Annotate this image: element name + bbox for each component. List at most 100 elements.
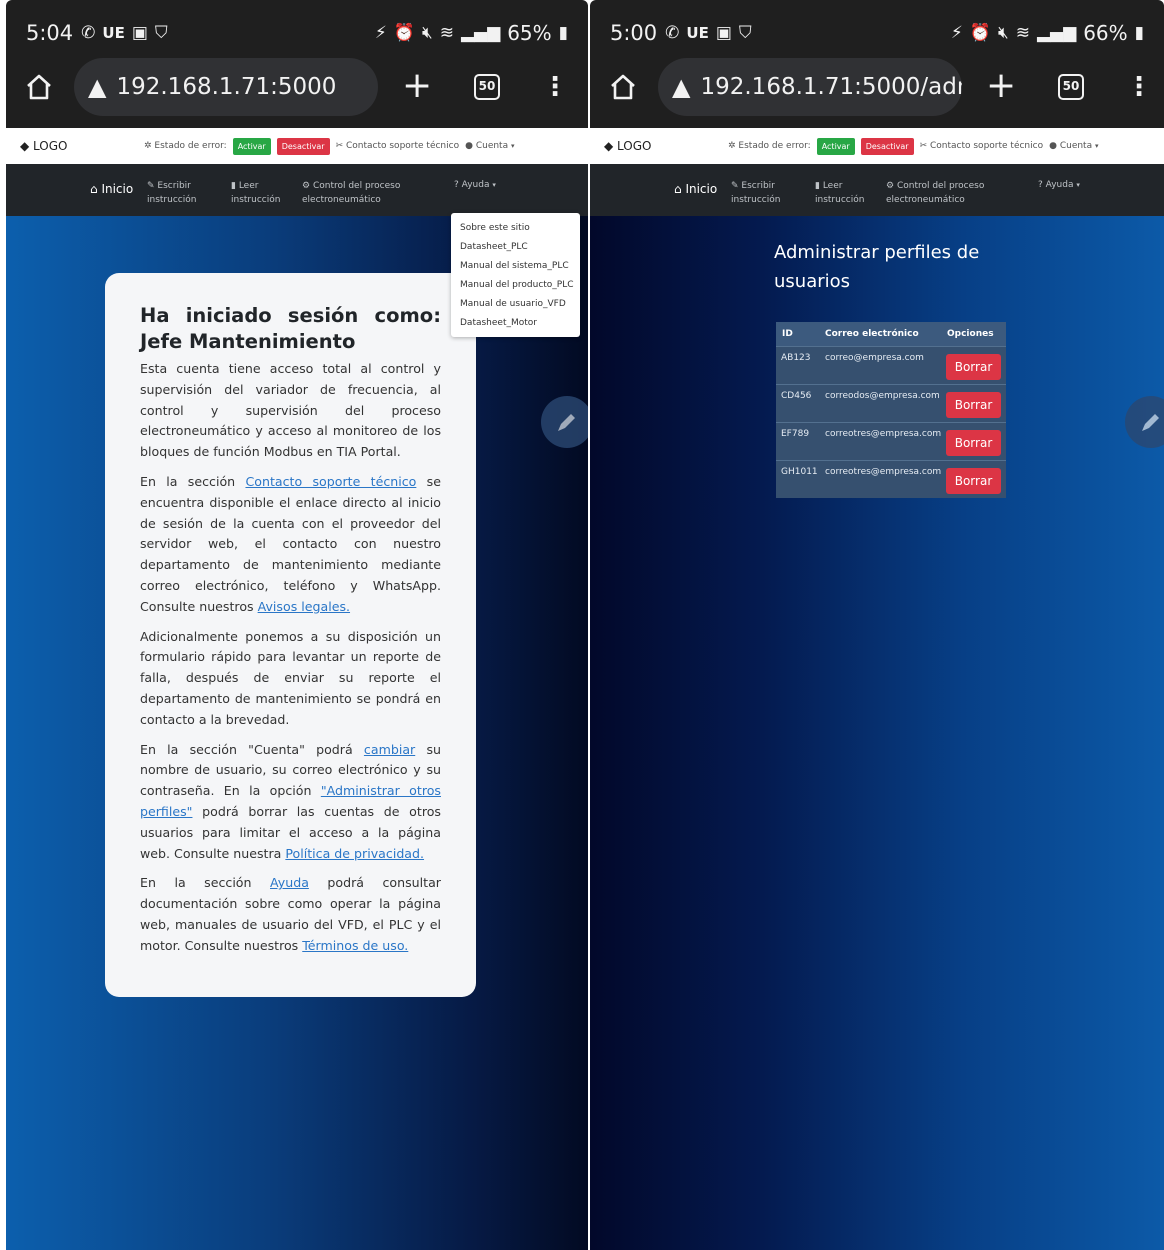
mute-icon: 🔇︎ xyxy=(421,23,433,43)
user-icon: ● xyxy=(1049,141,1057,151)
nav-ayuda[interactable]: ? Ayuda ▾ xyxy=(454,178,496,192)
question-icon: ? xyxy=(454,180,459,190)
nav-escribir-line2: instrucción xyxy=(731,195,781,205)
logo[interactable]: ◆ LOGO xyxy=(604,139,652,153)
dropdown-item-manual-vfd[interactable]: Manual de usuario_VFD xyxy=(451,295,580,314)
nav-ayuda-label: Ayuda xyxy=(461,180,490,190)
table-header: ID Correo electrónico Opciones xyxy=(776,322,1006,346)
error-status: ✲ Estado de error: xyxy=(728,141,811,151)
nav-escribir[interactable]: ✎ Escribir instrucción xyxy=(731,179,780,207)
browser-menu-icon[interactable]: ⋮ xyxy=(1126,70,1152,104)
warning-icon: ▲ xyxy=(88,73,107,101)
home-icon[interactable] xyxy=(24,72,54,102)
delete-user-button[interactable]: Borrar xyxy=(946,468,1001,494)
dropdown-item-datasheet-plc[interactable]: Datasheet_PLC xyxy=(451,238,580,257)
activar-button[interactable]: Activar xyxy=(816,137,855,155)
table-row: CD456 correodos@empresa.com Borrar xyxy=(776,384,1006,422)
dropdown-item-about[interactable]: Sobre este sitio xyxy=(451,219,580,238)
nav-leer[interactable]: ▮ Leer instrucción xyxy=(231,179,280,207)
right-phone-screen: 5:00 ✆ UE ▣ ⛉ ⚡ ⏰ 🔇︎ ≋ ▂▄▆ 66% ▮ ▲ 192.1… xyxy=(590,0,1164,1250)
logo-text: LOGO xyxy=(33,139,68,153)
dropdown-item-manual-producto-plc[interactable]: Manual del producto_PLC xyxy=(451,276,580,295)
nav-inicio[interactable]: ⌂ Inicio xyxy=(674,182,717,196)
dropdown-item-datasheet-motor[interactable]: Datasheet_Motor xyxy=(451,314,580,333)
nav-control[interactable]: ⚙ Control del proceso electroneumático xyxy=(302,179,400,207)
help-link[interactable]: Ayuda xyxy=(270,875,309,890)
carrier-label: UE xyxy=(686,24,709,42)
user-email: correodos@empresa.com xyxy=(825,391,940,401)
tools-icon: ✂ xyxy=(335,141,344,151)
change-account-link[interactable]: cambiar xyxy=(364,742,415,757)
paragraph-account: En la sección "Cuenta" podrá cambiar su … xyxy=(140,740,441,865)
column-header-email: Correo electrónico xyxy=(825,329,919,339)
new-tab-icon[interactable]: + xyxy=(402,66,432,106)
delete-user-button[interactable]: Borrar xyxy=(946,354,1001,380)
home-icon: ⌂ xyxy=(674,182,682,196)
legal-notices-link[interactable]: Avisos legales. xyxy=(258,599,350,614)
cogs-icon: ⚙ xyxy=(886,181,895,191)
carrier-label: UE xyxy=(102,24,125,42)
tab-count-button[interactable]: 50 xyxy=(1058,74,1084,100)
cogs-icon: ⚙ xyxy=(302,181,311,191)
edit-fab-button[interactable] xyxy=(541,396,588,448)
status-time: 5:00 xyxy=(610,21,658,45)
contact-support-label: Contacto soporte técnico xyxy=(345,141,460,151)
account-label: Cuenta xyxy=(475,141,509,151)
nav-control-line1: Control del proceso xyxy=(312,181,401,191)
error-status: ✲ Estado de error: xyxy=(144,141,227,151)
chevron-down-icon: ▾ xyxy=(1076,181,1080,189)
tab-count-button[interactable]: 50 xyxy=(474,74,500,100)
shield-check-icon: ⛉ xyxy=(154,23,168,43)
contact-support-link[interactable]: ✂ Contacto soporte técnico xyxy=(920,141,1044,151)
user-email: correotres@empresa.com xyxy=(825,429,942,439)
book-icon: ▮ xyxy=(815,181,820,191)
nav-leer[interactable]: ▮ Leer instrucción xyxy=(815,179,864,207)
table-row: EF789 correotres@empresa.com Borrar xyxy=(776,422,1006,460)
pencil-icon xyxy=(558,414,575,431)
delete-user-button[interactable]: Borrar xyxy=(946,392,1001,418)
terms-of-use-link[interactable]: Términos de uso. xyxy=(302,938,408,953)
nav-inicio[interactable]: ⌂ Inicio xyxy=(90,182,133,196)
dropdown-item-manual-sistema-plc[interactable]: Manual del sistema_PLC xyxy=(451,257,580,276)
table-row: GH1011 correotres@empresa.com Borrar xyxy=(776,460,1006,498)
desactivar-button[interactable]: Desactivar xyxy=(276,137,330,155)
account-menu[interactable]: ● Cuenta ▾ xyxy=(1049,141,1098,151)
column-header-id: ID xyxy=(782,329,793,339)
text: En la sección xyxy=(140,875,270,891)
column-header-options: Opciones xyxy=(947,329,994,339)
address-bar[interactable]: ▲ 192.168.1.71:5000 xyxy=(74,58,378,116)
paragraph-access: Esta cuenta tiene acceso total al contro… xyxy=(140,361,441,460)
book-icon: ▮ xyxy=(231,181,236,191)
nav-leer-line1: Leer xyxy=(238,181,259,191)
nav-escribir[interactable]: ✎ Escribir instrucción xyxy=(147,179,196,207)
contact-support-link[interactable]: Contacto soporte técnico xyxy=(245,474,416,489)
battery-icon: ▮ xyxy=(558,23,568,43)
logo[interactable]: ◆ LOGO xyxy=(20,139,68,153)
account-label: Cuenta xyxy=(1059,141,1093,151)
top-navbar: ◆ LOGO ✲ Estado de error: Activar Desact… xyxy=(6,128,588,164)
delete-user-button[interactable]: Borrar xyxy=(946,430,1001,456)
question-icon: ? xyxy=(1038,180,1043,190)
home-icon[interactable] xyxy=(608,72,638,102)
browser-menu-icon[interactable]: ⋮ xyxy=(542,70,568,104)
welcome-heading-line1: Ha iniciado sesión como: xyxy=(140,304,441,327)
address-bar[interactable]: ▲ 192.168.1.71:5000/admi xyxy=(658,58,962,116)
user-id: EF789 xyxy=(781,429,810,439)
text: En la sección "Cuenta" podrá xyxy=(140,741,364,757)
account-menu[interactable]: ● Cuenta ▾ xyxy=(465,141,514,151)
nav-leer-line1: Leer xyxy=(822,181,843,191)
nav-escribir-line1: Escribir xyxy=(741,181,775,191)
url-text: 192.168.1.71:5000/admi xyxy=(700,74,962,100)
contact-support-link[interactable]: ✂ Contacto soporte técnico xyxy=(336,141,460,151)
status-time: 5:04 xyxy=(26,21,74,45)
activar-button[interactable]: Activar xyxy=(232,137,271,155)
nav-control[interactable]: ⚙ Control del proceso electroneumático xyxy=(886,179,984,207)
edit-icon: ✎ xyxy=(147,181,155,191)
whatsapp-icon: ✆ xyxy=(81,23,96,43)
error-status-label: Estado de error: xyxy=(738,141,811,151)
new-tab-icon[interactable]: + xyxy=(986,66,1016,106)
user-email: correotres@empresa.com xyxy=(825,467,942,477)
desactivar-button[interactable]: Desactivar xyxy=(860,137,914,155)
privacy-policy-link[interactable]: Política de privacidad. xyxy=(285,846,424,861)
nav-ayuda[interactable]: ? Ayuda ▾ xyxy=(1038,178,1080,192)
